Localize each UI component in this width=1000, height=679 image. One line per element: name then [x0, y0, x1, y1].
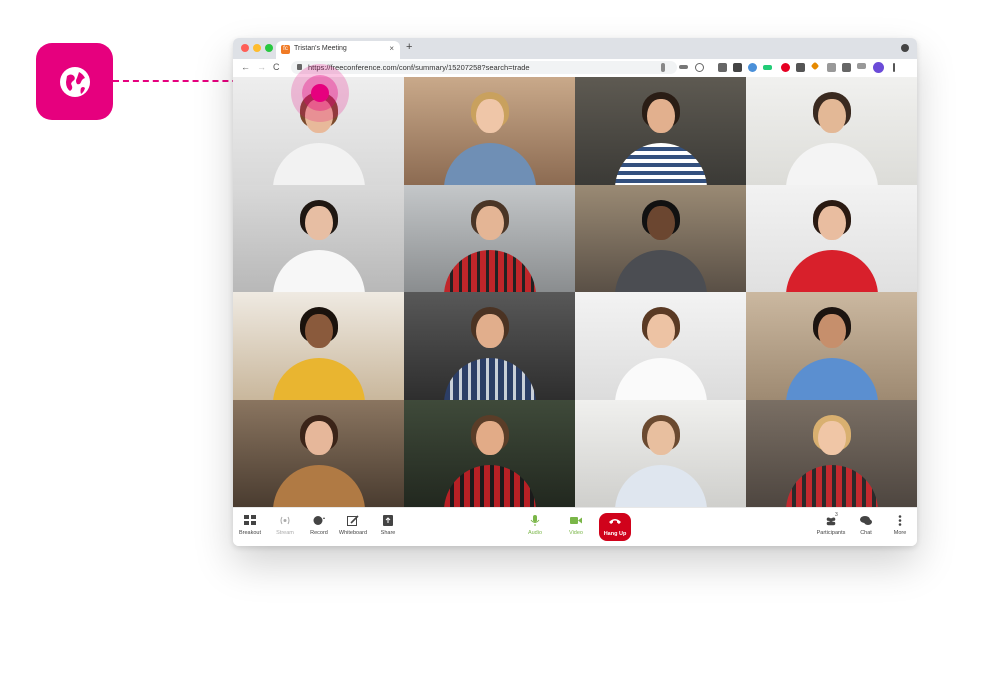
- video-camera-icon: [570, 517, 582, 524]
- share-label: Share: [380, 530, 396, 536]
- address-bar[interactable]: https://freeconference.com/conf/summary/…: [291, 61, 677, 74]
- url-text: https://freeconference.com/conf/summary/…: [308, 63, 530, 72]
- stream-label: Stream: [276, 530, 294, 536]
- chat-icon: [860, 516, 872, 525]
- video-tile[interactable]: [575, 184, 746, 292]
- reload-button[interactable]: C: [273, 62, 280, 72]
- participants-label: Participants: [816, 530, 846, 536]
- profile-avatar[interactable]: [873, 62, 884, 73]
- back-button[interactable]: ←: [241, 62, 250, 72]
- video-tile[interactable]: [746, 292, 917, 400]
- video-tile[interactable]: [233, 399, 404, 507]
- video-tile[interactable]: [575, 292, 746, 400]
- more-icon: [898, 515, 902, 526]
- mic-icon[interactable]: [661, 63, 665, 72]
- favicon-icon: fc: [281, 45, 290, 54]
- hang-up-button[interactable]: Hang Up: [599, 513, 631, 541]
- microphone-icon: [530, 515, 540, 526]
- video-tile[interactable]: [746, 77, 917, 185]
- more-label: More: [893, 530, 907, 536]
- menu-icon[interactable]: [893, 63, 895, 72]
- video-button[interactable]: Video: [559, 512, 593, 536]
- more-button[interactable]: More: [883, 512, 917, 536]
- chat-button[interactable]: Chat: [849, 512, 883, 536]
- feature-badge: [36, 43, 113, 120]
- grid-extension-icon[interactable]: [733, 63, 742, 72]
- g-extension-icon[interactable]: [748, 63, 757, 72]
- forward-button[interactable]: →: [257, 62, 266, 72]
- tab-bar: fc Tristan's Meeting × +: [233, 38, 917, 59]
- window-menu-icon[interactable]: [901, 44, 909, 52]
- video-tile[interactable]: [404, 184, 575, 292]
- video-tile[interactable]: [404, 292, 575, 400]
- whiteboard-icon: [347, 515, 359, 526]
- video-tile[interactable]: [575, 399, 746, 507]
- minimize-window-button[interactable]: [253, 44, 261, 52]
- tab-title: Tristan's Meeting: [294, 45, 347, 52]
- meeting-controls: Breakout Stream Record Whiteboard Share …: [233, 507, 917, 546]
- video-tile[interactable]: [233, 184, 404, 292]
- tab-close-icon[interactable]: ×: [389, 44, 394, 53]
- close-window-button[interactable]: [241, 44, 249, 52]
- audio-button[interactable]: Audio: [518, 512, 552, 536]
- phone-hangup-icon: [609, 519, 621, 524]
- stream-button[interactable]: Stream: [268, 512, 302, 536]
- whiteboard-label: Whiteboard: [338, 530, 368, 536]
- reading-list-icon[interactable]: [857, 63, 866, 69]
- share-button[interactable]: Share: [371, 512, 405, 536]
- video-tile[interactable]: [746, 399, 917, 507]
- breakout-icon: [244, 515, 256, 525]
- page-extension-icon[interactable]: [827, 63, 836, 72]
- globe-icon: [59, 66, 90, 97]
- audio-label: Audio: [527, 530, 543, 536]
- record-button[interactable]: Record: [302, 512, 336, 536]
- whiteboard-button[interactable]: Whiteboard: [336, 512, 370, 536]
- video-tile[interactable]: [404, 77, 575, 185]
- chat-label: Chat: [860, 530, 872, 536]
- participants-button[interactable]: 3 Participants: [813, 512, 849, 536]
- video-tile[interactable]: [575, 77, 746, 185]
- highlight-pulse-core: [311, 84, 329, 102]
- pinterest-icon[interactable]: [781, 63, 790, 72]
- share-icon: [383, 515, 393, 526]
- breakout-label: Breakout: [238, 530, 261, 536]
- video-tile[interactable]: [233, 292, 404, 400]
- hang-up-label: Hang Up: [603, 531, 627, 537]
- key-icon[interactable]: [679, 65, 688, 69]
- new-tab-button[interactable]: +: [406, 41, 412, 53]
- record-label: Record: [310, 530, 328, 536]
- participants-count: 3: [835, 512, 838, 518]
- share-extension-icon[interactable]: [763, 65, 772, 70]
- video-tile[interactable]: [404, 399, 575, 507]
- rocket-extension-icon[interactable]: [810, 61, 820, 71]
- record-icon: [313, 516, 325, 525]
- star-icon[interactable]: [695, 63, 704, 72]
- breakout-button[interactable]: Breakout: [233, 512, 267, 536]
- stream-icon: [280, 516, 290, 525]
- maximize-window-button[interactable]: [265, 44, 273, 52]
- puzzle-icon[interactable]: [842, 63, 851, 72]
- video-grid: [233, 77, 917, 507]
- image-extension-icon[interactable]: [796, 63, 805, 72]
- video-label: Video: [569, 530, 583, 536]
- video-tile[interactable]: [746, 184, 917, 292]
- tab-meeting[interactable]: fc Tristan's Meeting ×: [276, 41, 400, 59]
- camera-extension-icon[interactable]: [718, 63, 727, 72]
